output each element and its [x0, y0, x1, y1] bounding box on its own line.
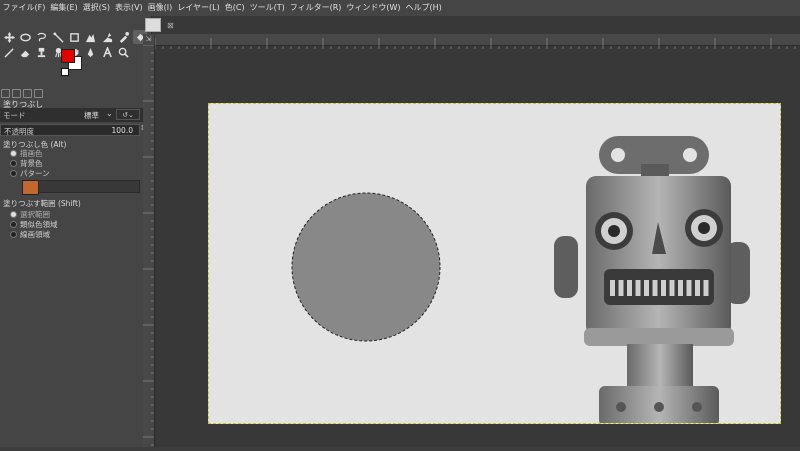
robot-tooth	[669, 280, 675, 296]
menubar: ファイル(F) 編集(E) 選択(S) 表示(V) 画像(I) レイヤー(L) …	[0, 0, 800, 16]
robot-tooth	[695, 280, 700, 296]
close-icon[interactable]: ⊠	[167, 21, 174, 30]
menu-windows[interactable]: ウィンドウ(W)	[344, 0, 403, 16]
filled-circle-selection[interactable]	[291, 192, 441, 342]
eraser-icon[interactable]	[18, 45, 32, 59]
fill-area-label: 塗りつぶす範囲 (Shift)	[3, 199, 81, 208]
menu-layer[interactable]: レイヤー(L)	[175, 0, 222, 16]
foreground-color-swatch[interactable]	[61, 49, 75, 63]
robot-tooth	[686, 280, 692, 296]
menu-color[interactable]: 色(C)	[222, 0, 247, 16]
robot-tooth	[678, 280, 683, 296]
fill-area-lineart-radio[interactable]	[10, 231, 17, 238]
menu-edit[interactable]: 編集(E)	[48, 0, 80, 16]
image-canvas[interactable]	[208, 103, 781, 424]
pattern-swatch[interactable]	[22, 180, 39, 195]
opacity-label: 不透明度	[4, 127, 34, 136]
menu-select[interactable]: 選択(S)	[80, 0, 112, 16]
opacity-value[interactable]: 100.0	[112, 126, 133, 135]
tool-row-1	[2, 30, 150, 44]
horizontal-ruler-ticks	[154, 38, 796, 49]
warp-transform-icon[interactable]	[100, 30, 114, 44]
move-icon[interactable]	[2, 30, 16, 44]
robot-tooth	[661, 280, 666, 296]
fill-type-pattern-label: パターン	[20, 169, 50, 178]
mode-select[interactable]: 標準	[84, 110, 99, 121]
fill-area-similar-radio[interactable]	[10, 221, 17, 228]
vertical-ruler[interactable]	[143, 44, 155, 447]
photo-content	[209, 104, 780, 423]
ellipse-select-icon[interactable]	[18, 30, 32, 44]
menu-view[interactable]: 表示(V)	[112, 0, 145, 16]
fuzzy-select-icon[interactable]	[51, 30, 65, 44]
ruler-corner-icon[interactable]: ⇲	[143, 34, 154, 45]
robot-tooth	[635, 280, 641, 296]
image-thumbnail[interactable]	[145, 18, 161, 32]
mode-row: モード 標準 ⌄ ↺⌄	[0, 108, 152, 122]
clone-icon[interactable]	[35, 45, 49, 59]
menu-filters[interactable]: フィルター(R)	[287, 0, 344, 16]
robot-tooth	[610, 280, 615, 296]
crop-icon[interactable]	[68, 30, 82, 44]
tab-undo-history-icon[interactable]	[23, 89, 32, 98]
zoom-icon[interactable]	[117, 45, 131, 59]
robot-tooth	[644, 280, 649, 296]
robot-wind-key	[599, 136, 709, 180]
dock-tabs	[1, 89, 45, 98]
robot-tooth	[618, 280, 624, 296]
paintbrush-icon[interactable]	[2, 45, 16, 59]
fill-type-fg-radio[interactable]	[10, 150, 17, 157]
chevron-down-icon[interactable]: ⌄	[106, 109, 113, 118]
vertical-ruler-ticks	[143, 44, 154, 446]
mode-reset-button[interactable]: ↺⌄	[116, 109, 140, 120]
robot-tooth	[627, 280, 632, 296]
mode-label: モード	[3, 111, 26, 120]
fill-type-bg-radio[interactable]	[10, 160, 17, 167]
menu-tools[interactable]: ツール(T)	[247, 0, 287, 16]
color-picker-icon[interactable]	[117, 30, 131, 44]
tab-device-status-icon[interactable]	[12, 89, 21, 98]
free-select-icon[interactable]	[35, 30, 49, 44]
menu-image[interactable]: 画像(I)	[145, 0, 175, 16]
pattern-name-field[interactable]	[38, 180, 140, 193]
opacity-slider[interactable]: 不透明度 100.0	[0, 124, 140, 136]
foreground-select-icon[interactable]	[84, 30, 98, 44]
path-icon[interactable]	[84, 45, 98, 59]
fill-area-selection-radio[interactable]	[10, 211, 17, 218]
image-tab[interactable]: ⊠	[142, 16, 174, 34]
menu-file[interactable]: ファイル(F)	[0, 0, 48, 16]
tab-tool-options-icon[interactable]	[1, 89, 10, 98]
robot-tooth	[703, 280, 709, 296]
fill-area-lineart-label: 線画領域	[20, 230, 50, 239]
tab-images-icon[interactable]	[34, 89, 43, 98]
menu-help[interactable]: ヘルプ(H)	[403, 0, 444, 16]
robot-tooth	[652, 280, 658, 296]
default-colors-icon[interactable]	[61, 68, 69, 76]
fill-type-pattern-radio[interactable]	[10, 170, 17, 177]
horizontal-ruler[interactable]	[154, 34, 800, 49]
text-icon[interactable]	[100, 45, 114, 59]
